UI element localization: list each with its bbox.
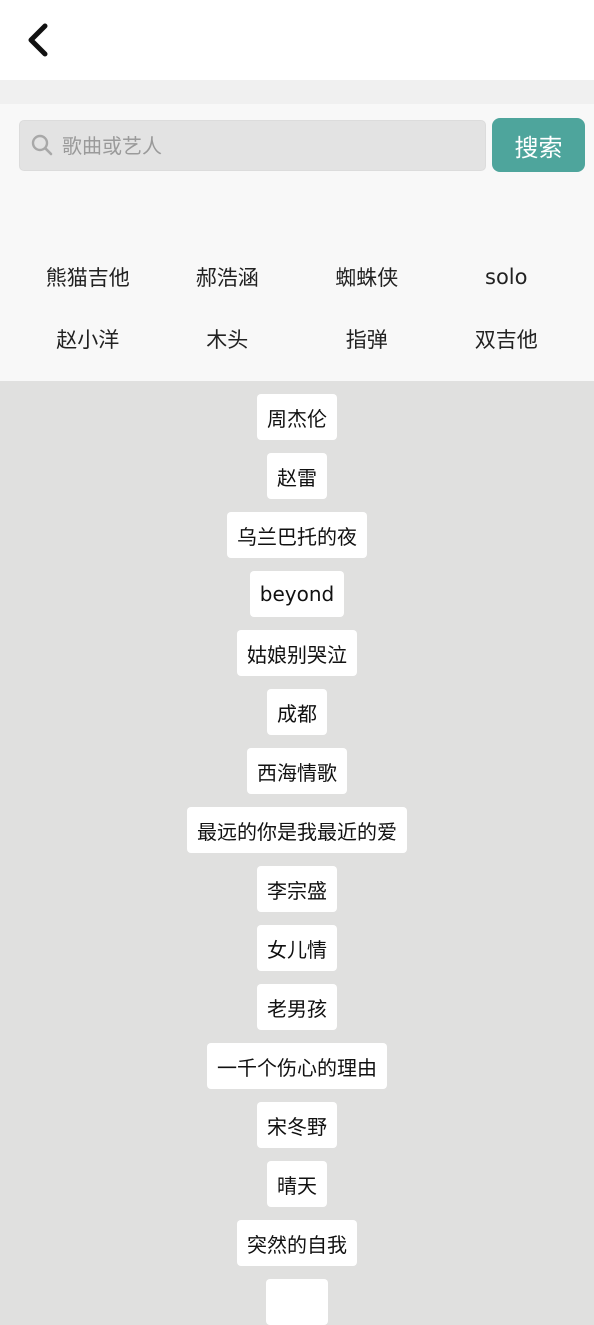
history-item[interactable]: 成都 [267,689,327,735]
search-history-list: 周杰伦 赵雷 乌兰巴托的夜 beyond 姑娘别哭泣 成都 西海情歌 最远的你是… [0,381,594,1325]
top-bar [0,0,594,80]
hot-tag[interactable]: 指弹 [297,308,437,370]
history-item[interactable]: 西海情歌 [247,748,347,794]
hot-tag[interactable]: 赵小洋 [18,308,158,370]
hot-tags-grid: 熊猫吉他 郝浩涵 蜘蛛侠 solo 赵小洋 木头 指弹 双吉他 [18,246,576,370]
history-item[interactable]: beyond [249,571,345,617]
search-panel: 搜索 熊猫吉他 郝浩涵 蜘蛛侠 solo 赵小洋 木头 指弹 双吉他 [0,104,594,381]
history-item[interactable]: 赵雷 [267,453,327,499]
hot-tag[interactable]: solo [437,246,577,308]
history-item[interactable]: 姑娘别哭泣 [237,630,357,676]
history-item[interactable]: 老男孩 [257,984,337,1030]
history-item[interactable]: 周杰伦 [257,394,337,440]
history-item[interactable] [266,1279,328,1325]
search-input[interactable] [62,121,472,170]
chevron-left-icon [28,23,48,57]
history-item[interactable]: 乌兰巴托的夜 [227,512,367,558]
history-item[interactable]: 突然的自我 [237,1220,357,1266]
history-item[interactable]: 宋冬野 [257,1102,337,1148]
hot-tag[interactable]: 蜘蛛侠 [297,246,437,308]
history-item[interactable]: 晴天 [267,1161,327,1207]
search-icon [31,134,53,156]
hot-tag[interactable]: 木头 [158,308,298,370]
hot-tag[interactable]: 郝浩涵 [158,246,298,308]
history-item[interactable]: 最远的你是我最近的爱 [187,807,407,853]
search-box[interactable] [19,120,486,171]
history-item[interactable]: 李宗盛 [257,866,337,912]
history-item[interactable]: 一千个伤心的理由 [207,1043,387,1089]
history-item[interactable]: 女儿情 [257,925,337,971]
search-button[interactable]: 搜索 [492,118,585,172]
header-divider [0,80,594,104]
hot-tag[interactable]: 双吉他 [437,308,577,370]
back-button[interactable] [14,16,62,64]
hot-tag[interactable]: 熊猫吉他 [18,246,158,308]
